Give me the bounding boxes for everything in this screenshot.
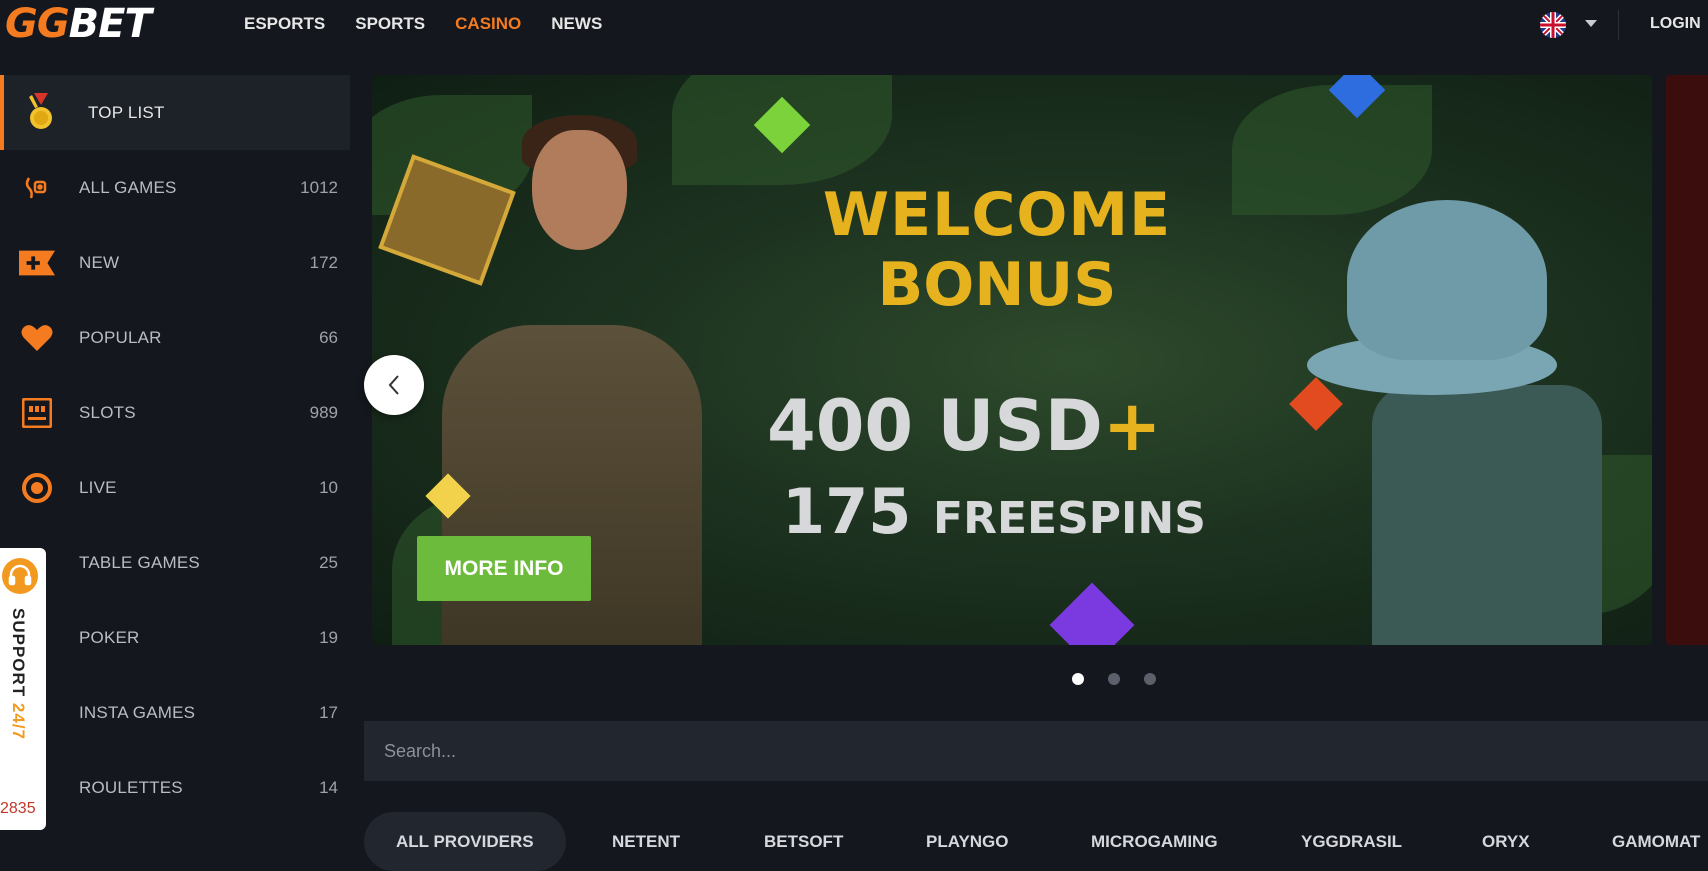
carousel-dot-3[interactable] (1144, 673, 1156, 685)
sidebar-item-count: 17 (319, 702, 338, 722)
live-circle-icon (19, 470, 55, 506)
carousel-prev-button[interactable] (364, 355, 424, 415)
more-info-button[interactable]: MORE INFO (417, 536, 591, 601)
dice-hand-icon (19, 170, 55, 206)
provider-betsoft[interactable]: BETSOFT (764, 812, 843, 871)
sidebar-item-label: INSTA GAMES (79, 702, 196, 722)
provider-playngo[interactable]: PLAYNGO (926, 812, 1009, 871)
sidebar-item-count: 66 (319, 327, 338, 347)
sidebar-item-count: 172 (309, 252, 338, 272)
nav-news[interactable]: NEWS (551, 14, 602, 34)
banner-amount: 400 USD+ (767, 385, 1162, 467)
search-input[interactable] (364, 721, 1708, 781)
gnome-character (1372, 385, 1602, 645)
main-nav: ESPORTS SPORTS CASINO NEWS (244, 14, 632, 34)
provider-filter-bar: ALL PROVIDERS NETENT BETSOFT PLAYNGO MIC… (364, 812, 1708, 871)
sidebar-item-count: 19 (319, 627, 338, 647)
banner-title-bonus: BONUS (877, 250, 1117, 320)
ggbet-logo[interactable]: GG BET (5, 1, 152, 47)
support-widget[interactable]: SUPPORT 24/7 2835 (0, 548, 46, 830)
support-number: 2835 (0, 800, 36, 817)
sidebar-item-label: SLOTS (79, 402, 136, 422)
sidebar-item-top-list[interactable]: TOP LIST (0, 75, 350, 150)
chevron-left-icon (388, 375, 399, 395)
headset-icon (2, 558, 38, 594)
sidebar-item-table-games[interactable]: TABLE GAMES 25 (0, 525, 350, 600)
banner-spins-label: FREESPINS (933, 493, 1206, 544)
sidebar-item-poker[interactable]: POKER 19 (0, 600, 350, 675)
heart-icon (19, 320, 55, 356)
support-label: SUPPORT 24/7 (8, 608, 28, 740)
sidebar-item-slots[interactable]: SLOTS 989 (0, 375, 350, 450)
gnome-hat (1347, 200, 1547, 360)
login-button[interactable]: LOGIN (1650, 15, 1701, 33)
sidebar-item-all-games[interactable]: ALL GAMES 1012 (0, 150, 350, 225)
uk-flag-icon[interactable] (1540, 12, 1566, 38)
support-label-main: SUPPORT (9, 608, 28, 703)
casino-sidebar: TOP LIST ALL GAMES 1012 NEW 172 POPULAR … (0, 75, 350, 825)
sidebar-item-label: NEW (79, 252, 120, 272)
banner-spins-number: 175 (782, 475, 912, 548)
logo-bet: BET (68, 1, 152, 47)
provider-yggdrasil[interactable]: YGGDRASIL (1301, 812, 1402, 871)
sidebar-item-label: POKER (79, 627, 140, 647)
provider-oryx[interactable]: ORYX (1482, 812, 1530, 871)
sidebar-item-label: ROULETTES (79, 777, 183, 797)
red-gem-icon (1289, 377, 1343, 431)
provider-netent[interactable]: NETENT (612, 812, 680, 871)
banner-amount-text: 400 USD (767, 385, 1103, 467)
sidebar-item-label: TOP LIST (88, 102, 165, 122)
provider-microgaming[interactable]: MICROGAMING (1091, 812, 1218, 871)
banner-freespins: 175 FREESPINS (782, 475, 1206, 548)
sidebar-item-label: ALL GAMES (79, 177, 177, 197)
sidebar-item-count: 14 (319, 777, 338, 797)
provider-all[interactable]: ALL PROVIDERS (364, 812, 566, 871)
nav-esports[interactable]: ESPORTS (244, 14, 325, 34)
sidebar-item-count: 10 (319, 477, 338, 497)
next-banner-peek[interactable] (1666, 75, 1708, 645)
carousel-dot-1[interactable] (1072, 673, 1084, 685)
sidebar-item-insta-games[interactable]: INSTA GAMES 17 (0, 675, 350, 750)
sidebar-item-new[interactable]: NEW 172 (0, 225, 350, 300)
banner-title-welcome: WELCOME (822, 180, 1172, 250)
sidebar-item-label: POPULAR (79, 327, 162, 347)
sidebar-item-live[interactable]: LIVE 10 (0, 450, 350, 525)
nav-sports[interactable]: SPORTS (355, 14, 425, 34)
sidebar-item-roulettes[interactable]: ROULETTES 14 (0, 750, 350, 825)
sidebar-item-count: 989 (309, 402, 338, 422)
medal-icon (23, 92, 59, 131)
top-bar: GG BET ESPORTS SPORTS CASINO NEWS LOGIN (0, 0, 1708, 50)
provider-gamomat[interactable]: GAMOMAT (1612, 812, 1700, 871)
sidebar-item-count: 25 (319, 552, 338, 572)
chevron-down-icon[interactable] (1585, 20, 1597, 27)
new-plus-icon (19, 245, 55, 281)
banner-plus: + (1102, 385, 1162, 467)
support-label-hours: 24/7 (9, 702, 28, 740)
sidebar-item-popular[interactable]: POPULAR 66 (0, 300, 350, 375)
carousel-dots (1072, 673, 1156, 685)
slot-machine-icon (19, 395, 55, 431)
sidebar-item-label: LIVE (79, 477, 117, 497)
nav-casino[interactable]: CASINO (455, 14, 521, 34)
header-divider (1618, 10, 1619, 40)
logo-gg: GG (5, 1, 70, 47)
carousel-dot-2[interactable] (1108, 673, 1120, 685)
sidebar-item-count: 1012 (300, 177, 338, 197)
purple-gem-icon (1049, 582, 1135, 645)
explorer-head (532, 130, 627, 250)
sidebar-item-label: TABLE GAMES (79, 552, 200, 572)
